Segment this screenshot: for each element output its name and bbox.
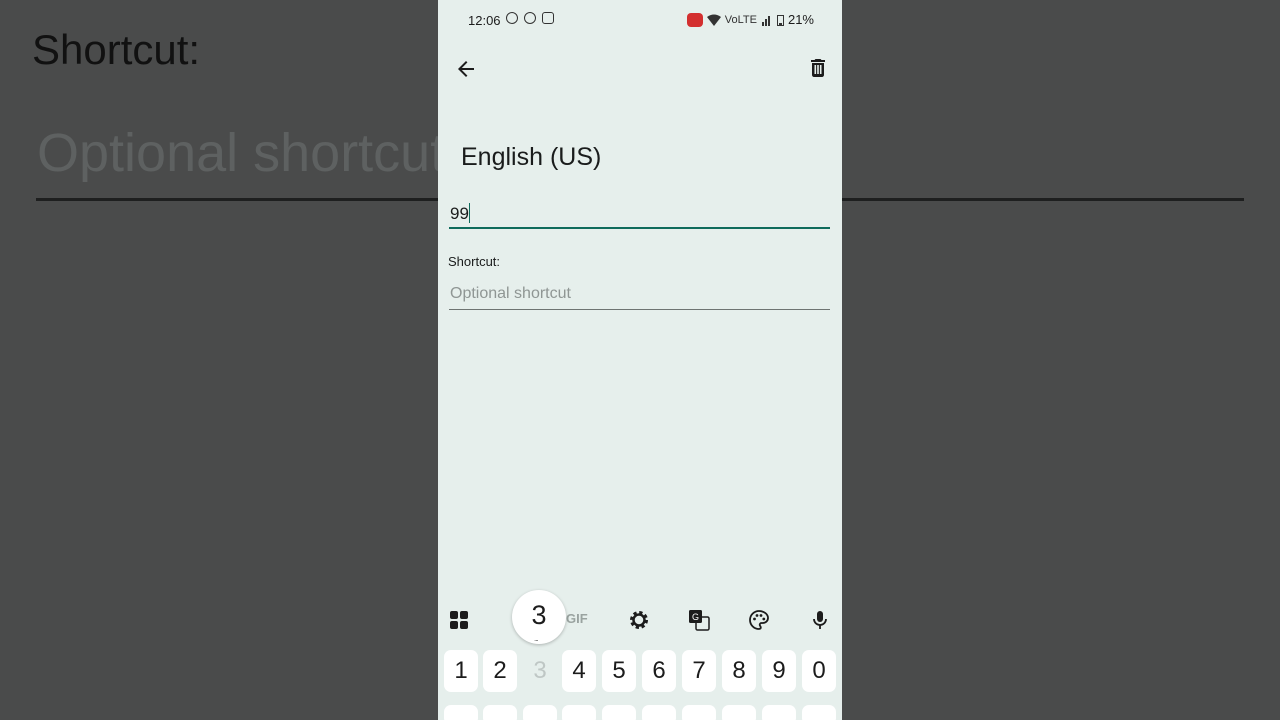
symbol-key[interactable] (602, 705, 636, 720)
instagram-icon (542, 12, 554, 24)
battery-percent: 21% (787, 12, 814, 27)
symbol-key[interactable] (523, 705, 557, 720)
battery-icon (776, 14, 784, 26)
popup-key-label: 3 (531, 600, 547, 630)
symbol-key[interactable] (682, 705, 716, 720)
shortcut-label: Shortcut: (448, 254, 501, 269)
symbol-key[interactable] (562, 705, 596, 720)
key-1[interactable]: 1 (444, 650, 478, 692)
volte-icon: VoLTE (724, 13, 757, 26)
status-bar: 12:06 VoLTE 21% (438, 0, 842, 40)
word-input[interactable]: 99 (449, 198, 830, 229)
word-input-value: 99 (450, 204, 469, 223)
key-5[interactable]: 5 (602, 650, 636, 692)
key-3[interactable]: 3 (523, 650, 557, 692)
shortcut-input[interactable]: Optional shortcut (449, 282, 830, 310)
symbol-key[interactable] (483, 705, 517, 720)
gif-button[interactable]: GIF (566, 611, 588, 626)
symbol-key[interactable] (722, 705, 756, 720)
keyboard: GIF G 1 2 3 4 5 6 7 8 9 0 (438, 598, 842, 720)
keyboard-toolbar: GIF G (438, 598, 842, 642)
gear-icon[interactable] (627, 608, 651, 632)
key-6[interactable]: 6 (642, 650, 676, 692)
recording-icon (686, 12, 703, 27)
palette-icon[interactable] (747, 608, 771, 632)
symbol-key[interactable] (444, 705, 478, 720)
status-time: 12:06 (468, 13, 501, 28)
whatsapp-icon (524, 12, 536, 24)
symbol-key[interactable] (802, 705, 836, 720)
wifi-icon (706, 14, 721, 26)
microphone-icon[interactable] (808, 608, 832, 632)
apps-grid-icon[interactable] (447, 608, 471, 632)
symbol-key[interactable] (762, 705, 796, 720)
key-8[interactable]: 8 (722, 650, 756, 692)
popup-more-indicator: ... (534, 634, 539, 643)
background-shortcut-label: Shortcut: (32, 26, 201, 73)
key-2[interactable]: 2 (483, 650, 517, 692)
key-0[interactable]: 0 (802, 650, 836, 692)
signal-icon (761, 15, 770, 26)
key-4[interactable]: 4 (562, 650, 596, 692)
trash-icon[interactable] (806, 56, 830, 80)
background-placeholder: Optional shortcut (37, 123, 446, 183)
key-7[interactable]: 7 (682, 650, 716, 692)
symbol-key[interactable] (642, 705, 676, 720)
text-caret (468, 203, 471, 223)
language-title: English (US) (461, 143, 602, 171)
key-9[interactable]: 9 (762, 650, 796, 692)
svg-text:G: G (692, 612, 699, 622)
translate-icon[interactable]: G (687, 608, 711, 632)
screen-record-icon (506, 12, 518, 24)
back-arrow-icon[interactable] (454, 57, 478, 81)
key-press-popup: 3 ... (512, 590, 566, 644)
phone-screen: 12:06 VoLTE 21% English (US) 99 Shortcut… (438, 0, 842, 720)
